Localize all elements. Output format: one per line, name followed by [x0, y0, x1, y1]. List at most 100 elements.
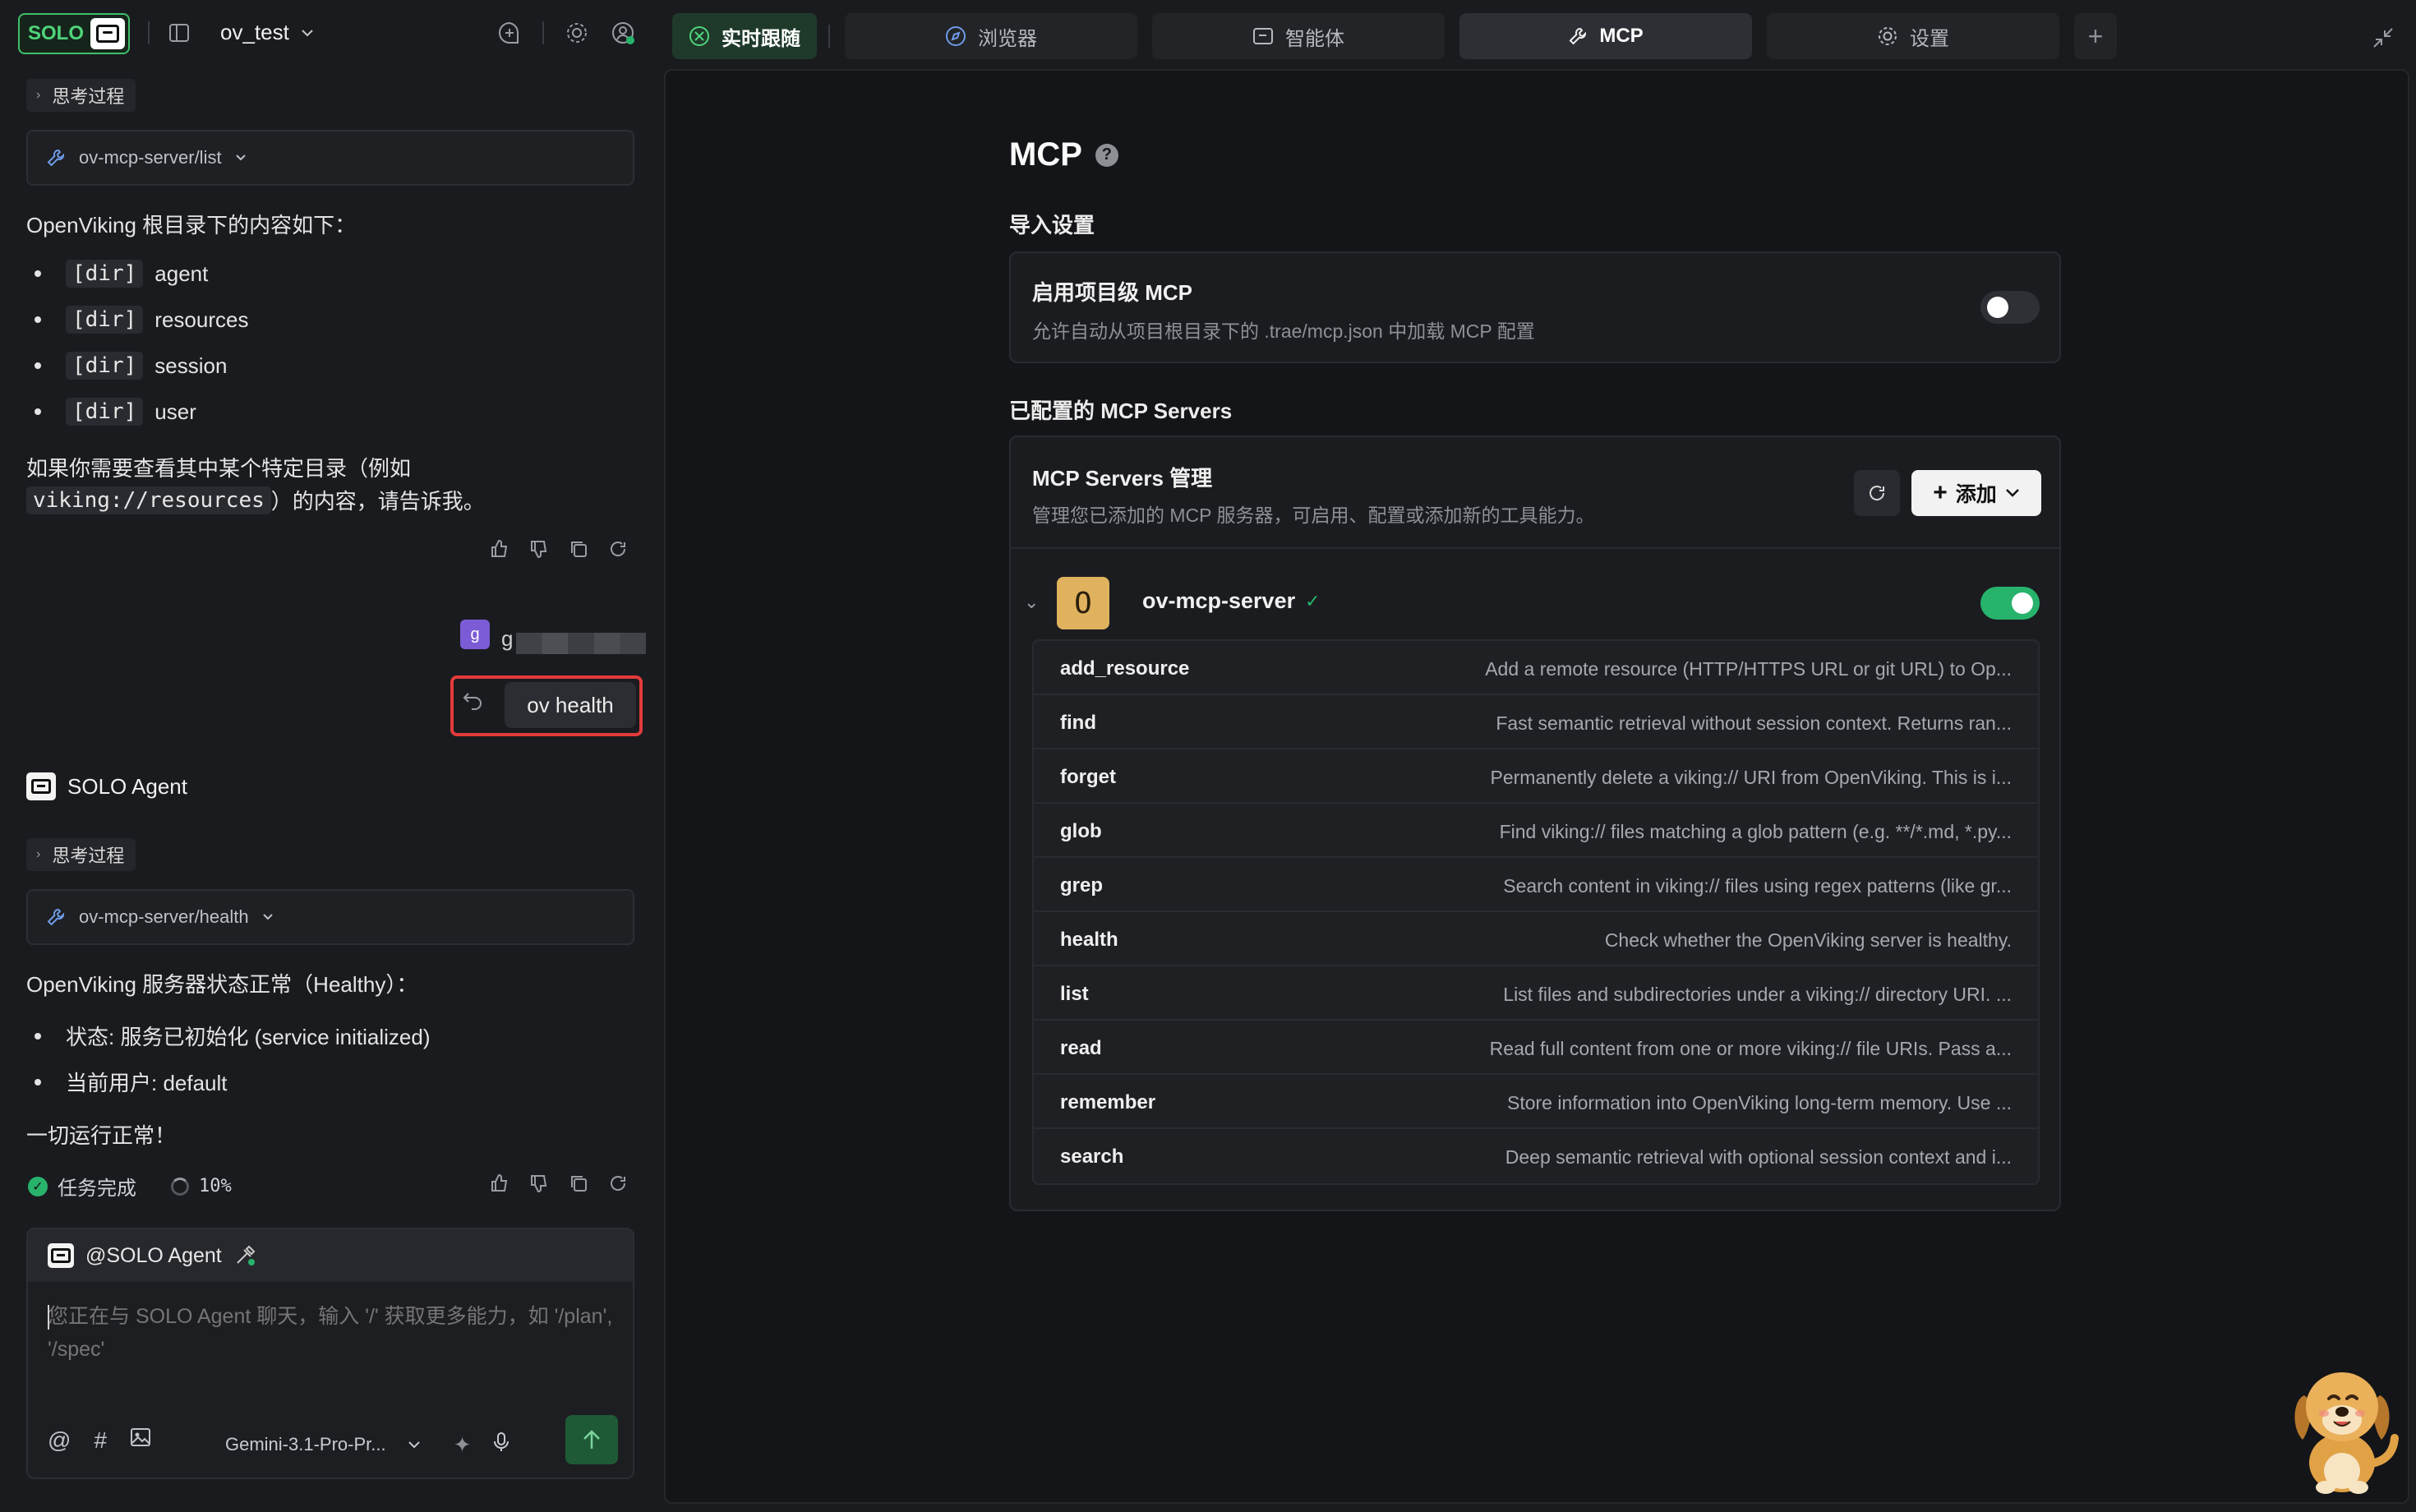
help-icon[interactable]: ?: [1095, 143, 1118, 167]
agent-icon: [48, 1243, 74, 1268]
reply-intro: OpenViking 根目录下的内容如下：: [26, 213, 357, 237]
dog-mascot-icon[interactable]: [2285, 1348, 2400, 1496]
project-selector[interactable]: ov_test: [220, 20, 314, 45]
chevron-right-icon: ›: [36, 88, 41, 102]
tab-agents[interactable]: 智能体: [1152, 13, 1445, 59]
server-tools-list: add_resource Add a remote resource (HTTP/…: [1032, 639, 2040, 1185]
section-import-settings: 导入设置: [1009, 213, 1095, 237]
tab-settings[interactable]: 设置: [1767, 13, 2059, 59]
list-item: [dir] session: [35, 352, 227, 380]
text-caret: [48, 1305, 49, 1330]
add-tab-button[interactable]: +: [2074, 13, 2117, 59]
chat-input[interactable]: [48, 1300, 615, 1374]
chevron-down-icon: [408, 1441, 420, 1449]
sparkle-icon[interactable]: ✦: [454, 1432, 472, 1458]
wrench-icon: [47, 149, 65, 167]
model-selector[interactable]: Gemini-3.1-Pro-Pr... ✦: [225, 1431, 510, 1458]
gear-icon: [1879, 27, 1897, 45]
solo-logo[interactable]: SOLO: [18, 13, 130, 54]
collapse-icon[interactable]: [2365, 20, 2401, 56]
tool-call-list[interactable]: ov-mcp-server/list: [26, 130, 634, 186]
chat-composer: @SOLO Agent @ # Gemini-3.1-Pro-Pr... ✦: [26, 1228, 634, 1479]
reply-outro: 如果你需要查看其中某个特定目录（例如: [26, 456, 412, 481]
task-status: ✓ 任务完成 10%: [28, 1172, 232, 1201]
microphone-icon[interactable]: [492, 1431, 510, 1458]
tab-mcp[interactable]: MCP: [1459, 13, 1752, 59]
wrench-icon: [1569, 27, 1587, 45]
tab-browser[interactable]: 浏览器: [845, 13, 1137, 59]
table-row[interactable]: add_resource Add a remote resource (HTTP/…: [1034, 641, 2038, 695]
user-avatar: g: [460, 620, 490, 649]
agent-mention-bar[interactable]: @SOLO Agent: [28, 1229, 633, 1282]
check-icon: ✓: [28, 1176, 48, 1196]
sidebar-toggle-icon[interactable]: [161, 15, 197, 51]
server-row[interactable]: ⌄ O ov-mcp-server ✓: [1011, 559, 2059, 649]
copy-icon[interactable]: [569, 1173, 588, 1193]
tools-icon[interactable]: [233, 1244, 256, 1267]
chevron-down-icon: [235, 154, 246, 161]
regenerate-icon[interactable]: [608, 539, 628, 559]
user-name: g: [501, 626, 514, 651]
chevron-down-icon: [302, 29, 313, 36]
reply-intro: OpenViking 服务器状态正常（Healthy）：: [26, 972, 418, 997]
agent-icon: [1253, 28, 1273, 44]
thumbs-up-icon[interactable]: [490, 1173, 509, 1193]
plus-icon: +: [1933, 479, 1948, 506]
server-badge: O: [1057, 577, 1109, 629]
project-mcp-toggle[interactable]: [1980, 291, 2040, 324]
table-row[interactable]: find Fast semantic retrieval without sess…: [1034, 695, 2038, 749]
solo-logo-icon: [90, 18, 125, 49]
chevron-right-icon: ›: [36, 847, 41, 861]
thumbs-down-icon[interactable]: [529, 539, 549, 559]
chevron-down-icon[interactable]: ⌄: [1024, 592, 1039, 613]
add-server-button[interactable]: + 添加: [1911, 470, 2041, 516]
settings-gear-icon[interactable]: [559, 15, 595, 51]
page-title: MCP ?: [1009, 136, 1118, 173]
mention-icon[interactable]: @: [48, 1427, 71, 1454]
servers-card: MCP Servers 管理 管理您已添加的 MCP 服务器，可启用、配置或添加…: [1009, 436, 2061, 1211]
table-row[interactable]: forget Permanently delete a viking:// URI…: [1034, 749, 2038, 804]
tool-call-health[interactable]: ov-mcp-server/health: [26, 889, 634, 945]
table-row[interactable]: health Check whether the OpenViking serve…: [1034, 912, 2038, 966]
list-item: [dir] resources: [35, 306, 248, 334]
table-row[interactable]: remember Store information into OpenVikin…: [1034, 1075, 2038, 1129]
copy-icon[interactable]: [569, 539, 588, 559]
thinking-toggle[interactable]: › 思考过程: [26, 79, 136, 112]
chevron-down-icon: [262, 914, 273, 920]
table-row[interactable]: grep Search content in viking:// files us…: [1034, 858, 2038, 912]
list-item: 当前用户: default: [35, 1067, 228, 1097]
follow-icon: [689, 26, 709, 46]
thumbs-down-icon[interactable]: [529, 1173, 549, 1193]
list-item: 状态: 服务已初始化 (service initialized): [35, 1021, 431, 1051]
tab-live-follow[interactable]: 实时跟随: [672, 13, 817, 59]
send-button[interactable]: [565, 1415, 618, 1464]
agent-header: SOLO Agent: [26, 772, 187, 800]
table-row[interactable]: read Read full content from one or more v…: [1034, 1021, 2038, 1075]
server-enable-toggle[interactable]: [1980, 587, 2040, 620]
table-row[interactable]: list List files and subdirectories under …: [1034, 966, 2038, 1021]
hashtag-icon[interactable]: #: [94, 1427, 107, 1454]
chat-panel: SOLO ov_test › 思考过程 ov-mcp-server/list O…: [0, 0, 657, 1512]
list-item: [dir] agent: [35, 260, 208, 288]
regenerate-icon[interactable]: [608, 1173, 628, 1193]
table-row[interactable]: glob Find viking:// files matching a glob…: [1034, 804, 2038, 858]
wrench-icon: [47, 908, 65, 926]
top-toolbar: SOLO ov_test: [0, 0, 657, 66]
thinking-toggle[interactable]: › 思考过程: [26, 838, 136, 871]
check-icon: ✓: [1305, 590, 1321, 611]
new-chat-icon[interactable]: [491, 15, 528, 51]
refresh-button[interactable]: [1854, 470, 1900, 516]
server-name: ov-mcp-server ✓: [1142, 588, 1321, 613]
account-icon[interactable]: [605, 15, 641, 51]
refresh-icon: [1870, 486, 1885, 500]
image-icon[interactable]: [130, 1427, 151, 1454]
reply-actions: [490, 1173, 628, 1193]
thumbs-up-icon[interactable]: [490, 539, 509, 559]
table-row[interactable]: search Deep semantic retrieval with optio…: [1034, 1129, 2038, 1183]
project-mcp-card: 启用项目级 MCP 允许自动从项目根目录下的 .trae/mcp.json 中加…: [1009, 251, 2061, 363]
compass-icon: [946, 26, 966, 46]
user-message[interactable]: ov health: [505, 682, 636, 728]
undo-icon[interactable]: [462, 689, 485, 717]
reply-outro: 一切运行正常！: [26, 1123, 177, 1148]
list-item: [dir] user: [35, 398, 196, 426]
